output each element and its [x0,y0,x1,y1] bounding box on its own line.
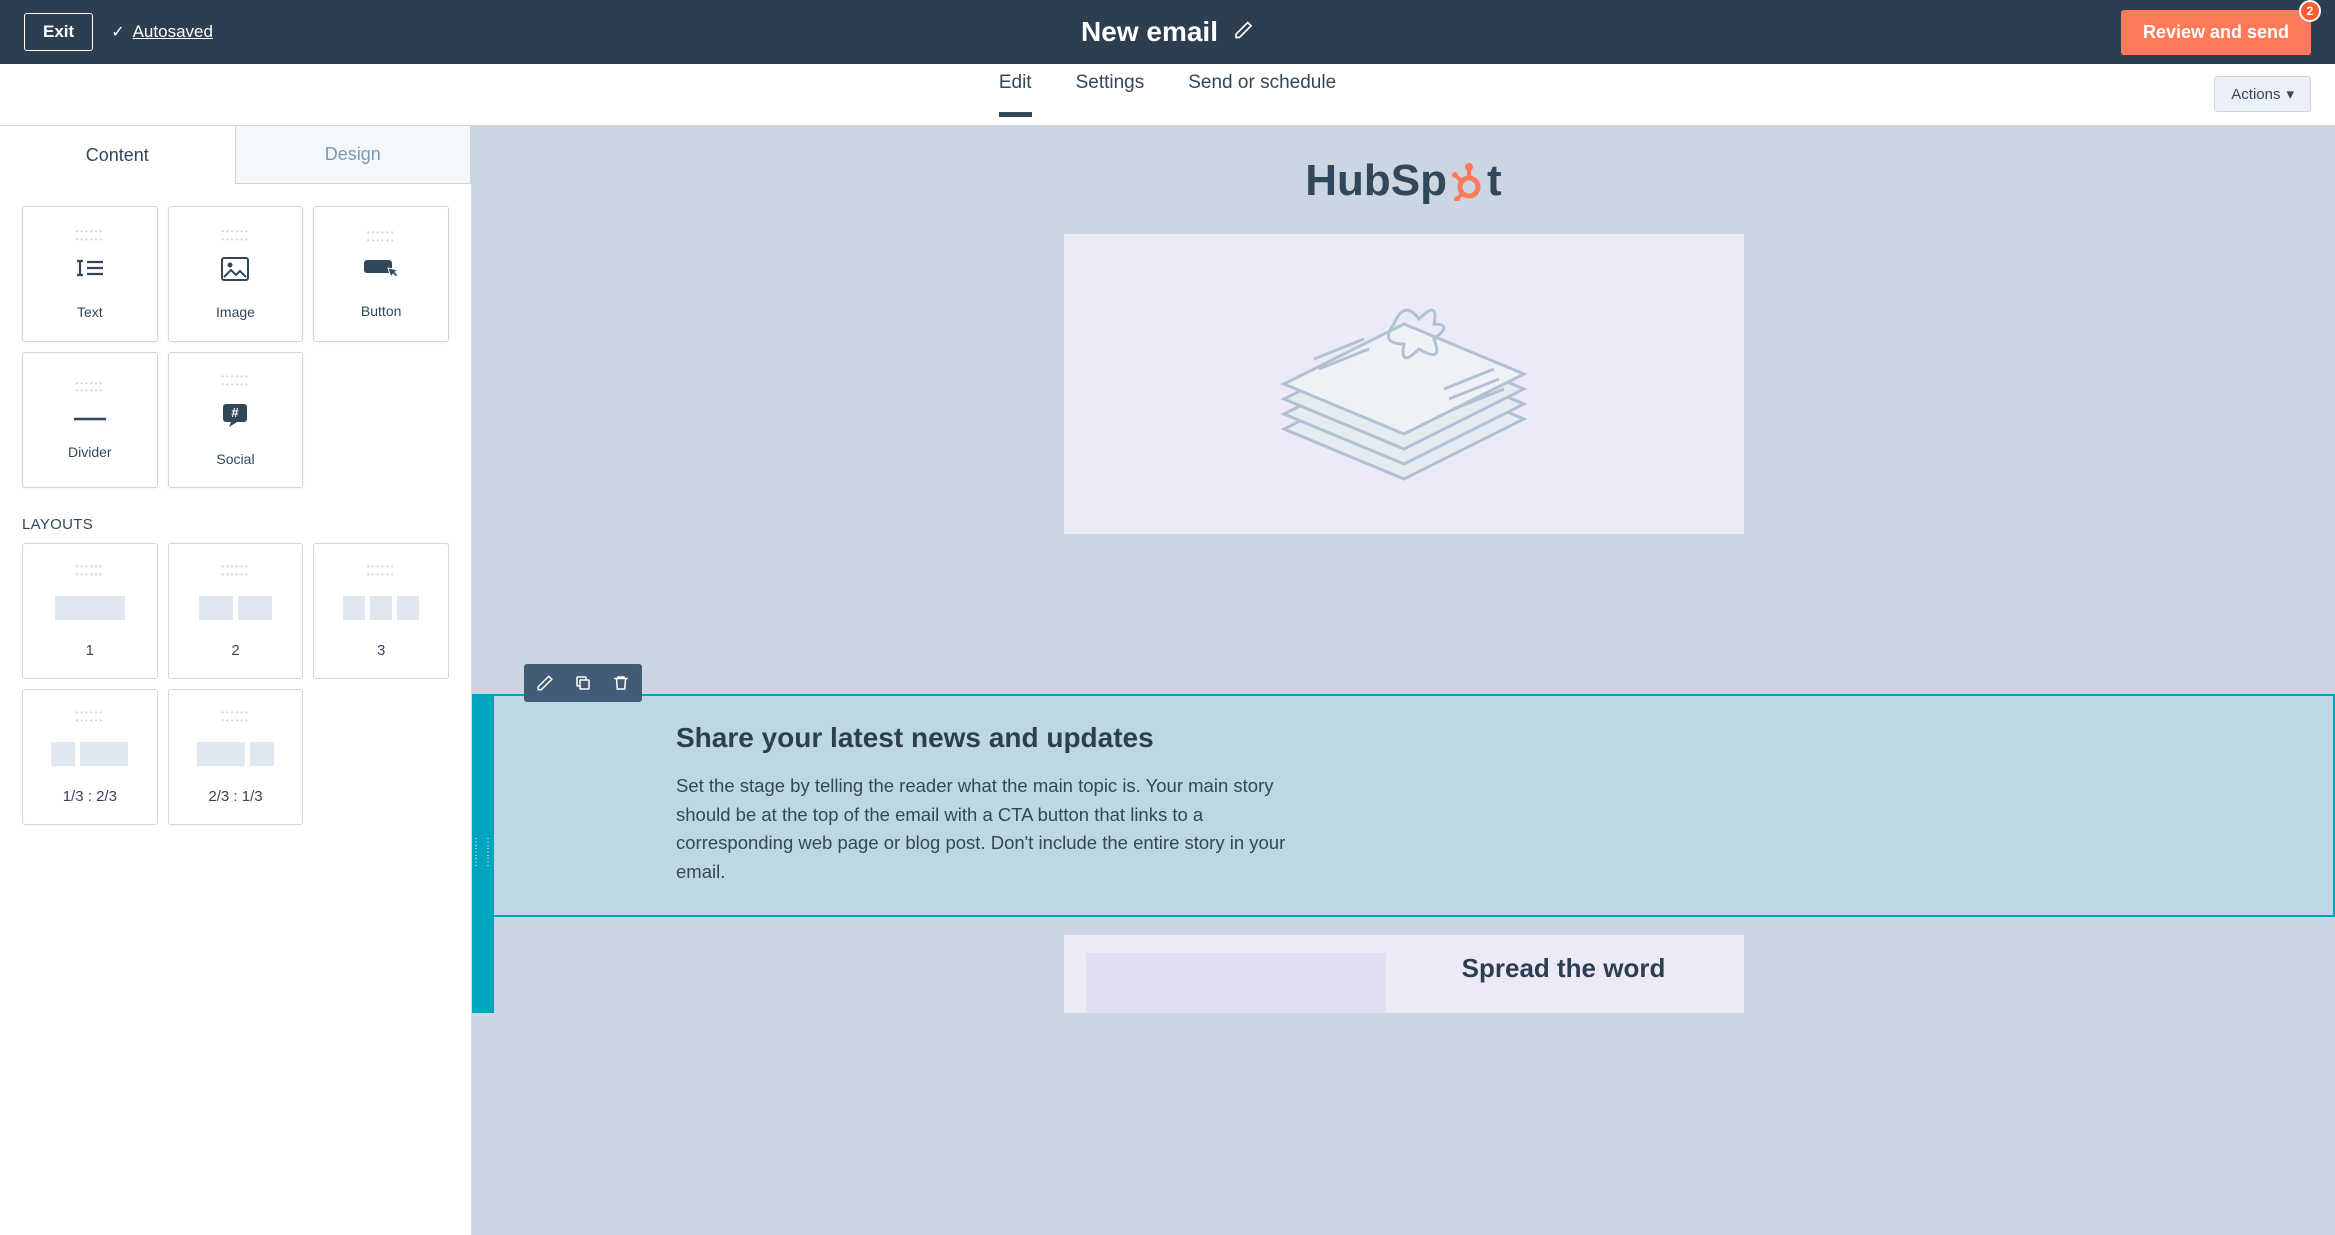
selected-block-wrap: ⋮⋮⋮⋮⋮⋮ Share your latest news and update… [472,694,2335,1013]
layout-2-3-1-3[interactable]: •••••••••••• 2/3 : 1/3 [168,689,304,825]
grip-icon: •••••••••••• [221,373,250,387]
envelope-stack-icon [1244,269,1564,499]
grip-dots-icon: ⋮⋮⋮⋮⋮⋮ [472,838,495,868]
spread-row[interactable]: Spread the word [1064,935,1744,1013]
block-label: Text [77,304,103,320]
spread-heading: Spread the word [1406,953,1722,984]
image-icon [221,257,249,286]
logo-text-1: HubSp [1305,156,1447,206]
main: Content Design •••••••••••• Text •••••••… [0,126,2335,1235]
block-social[interactable]: •••••••••••• # Social [168,352,304,488]
svg-text:#: # [232,405,240,420]
spread-image-placeholder[interactable] [1086,953,1386,1013]
autosaved-status: ✓ Autosaved [111,22,213,42]
sidebar-tab-content[interactable]: Content [0,126,235,184]
button-icon [364,258,398,285]
grip-icon: •••••••••••• [367,229,396,243]
grip-icon: •••••••••••• [75,709,104,723]
layout-1-3-2-3[interactable]: •••••••••••• 1/3 : 2/3 [22,689,158,825]
review-and-send-button[interactable]: Review and send 2 [2121,10,2311,55]
block-label: Image [216,304,255,320]
tab-send-or-schedule[interactable]: Send or schedule [1188,72,1336,117]
delete-block-button[interactable] [608,670,634,696]
grip-icon: •••••••••••• [75,380,104,394]
block-label: Divider [68,444,112,460]
email-canvas[interactable]: HubSp t [472,126,2335,1235]
selected-heading: Share your latest news and updates [676,722,1312,754]
autosaved-link[interactable]: Autosaved [133,22,213,42]
hubspot-logo: HubSp t [1305,156,1501,206]
sprocket-icon [1449,161,1485,201]
logo-text-2: t [1487,156,1502,206]
review-label: Review and send [2143,22,2289,42]
layout-1-col[interactable]: •••••••••••• 1 [22,543,158,679]
block-image[interactable]: •••••••••••• Image [168,206,304,342]
block-text[interactable]: •••••••••••• Text [22,206,158,342]
nav-bar: Edit Settings Send or schedule Actions ▾ [0,64,2335,126]
grip-icon: •••••••••••• [221,228,250,242]
pencil-icon[interactable] [1234,20,1254,45]
selected-text-block[interactable]: Share your latest news and updates Set t… [472,694,2335,917]
block-label: Button [361,303,401,319]
page-title: New email [1081,16,1218,48]
review-badge: 2 [2299,0,2321,22]
grip-icon: •••••••••••• [221,563,250,577]
selected-body: Set the stage by telling the reader what… [676,772,1312,887]
layouts-heading: LAYOUTS [0,510,471,543]
grip-icon: •••••••••••• [367,563,396,577]
topbar: Exit ✓ Autosaved New email Review and se… [0,0,2335,64]
sidebar: Content Design •••••••••••• Text •••••••… [0,126,472,1235]
clone-block-button[interactable] [570,670,596,696]
block-toolbar [524,664,642,702]
block-label: Social [216,451,254,467]
social-icon: # [221,402,249,433]
layout-label: 3 [377,642,385,659]
edit-block-button[interactable] [532,670,558,696]
hero-image-placeholder[interactable] [1064,234,1744,534]
actions-label: Actions [2231,86,2280,103]
layout-label: 2/3 : 1/3 [208,788,262,805]
layout-label: 1/3 : 2/3 [63,788,117,805]
sidebar-tab-design[interactable]: Design [235,126,472,184]
grip-icon: •••••••••••• [221,709,250,723]
text-icon [75,257,105,286]
caret-down-icon: ▾ [2286,85,2294,103]
block-button[interactable]: •••••••••••• Button [313,206,449,342]
check-icon: ✓ [111,22,124,42]
email-body[interactable] [1064,234,1744,534]
drag-handle[interactable]: ⋮⋮⋮⋮⋮⋮ [472,694,494,1013]
block-divider[interactable]: •••••••••••• Divider [22,352,158,488]
grip-icon: •••••••••••• [75,228,104,242]
actions-dropdown[interactable]: Actions ▾ [2214,76,2311,112]
layout-3-col[interactable]: •••••••••••• 3 [313,543,449,679]
layout-label: 1 [86,642,94,659]
layout-2-col[interactable]: •••••••••••• 2 [168,543,304,679]
tab-settings[interactable]: Settings [1076,72,1145,117]
layout-label: 2 [231,642,239,659]
grip-icon: •••••••••••• [75,563,104,577]
tab-edit[interactable]: Edit [999,72,1032,117]
page-title-wrap: New email [1081,16,1254,48]
divider-icon [74,408,106,426]
exit-button[interactable]: Exit [24,13,93,51]
